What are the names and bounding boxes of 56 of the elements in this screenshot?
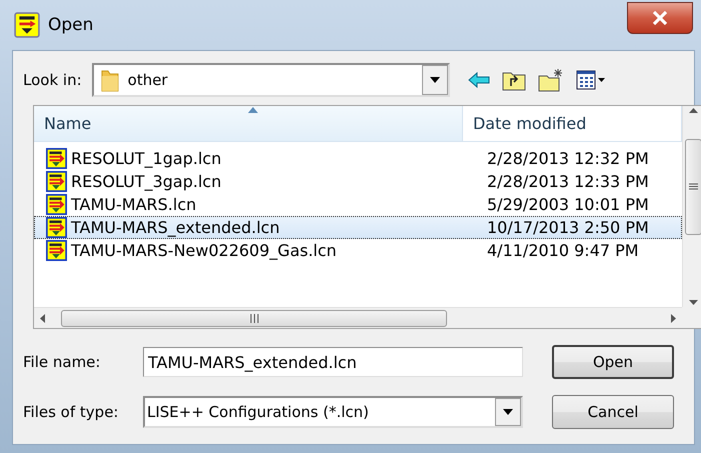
- file-date: 2/28/2013 12:33 PM: [486, 172, 649, 191]
- file-icon: [46, 148, 67, 169]
- file-name: TAMU-MARS.lcn: [34, 194, 477, 215]
- left-arrow-icon: [468, 72, 490, 88]
- look-in-dropdown[interactable]: other: [92, 63, 450, 97]
- file-icon: [46, 171, 67, 192]
- column-header[interactable]: Name: [34, 106, 463, 142]
- dropdown-button[interactable]: [422, 65, 448, 95]
- file-type-label: Files of type:: [23, 403, 120, 421]
- vertical-scrollbar[interactable]: [682, 106, 701, 307]
- file-row[interactable]: RESOLUT_1gap.lcn 2/28/2013 12:32 PM: [34, 147, 682, 170]
- view-list-icon: [576, 70, 606, 90]
- file-icon: [46, 240, 67, 261]
- scroll-left-icon[interactable]: [38, 314, 47, 322]
- horizontal-scrollbar[interactable]: [34, 307, 682, 328]
- caret-icon: [430, 77, 440, 83]
- scroll-thumb[interactable]: [61, 310, 447, 326]
- sort-arrow-icon: [248, 107, 258, 113]
- new-folder-icon: [538, 68, 564, 92]
- app-icon: [14, 12, 40, 38]
- file-icon: [46, 194, 67, 215]
- dropdown-button[interactable]: [495, 398, 521, 426]
- view-menu-button[interactable]: [576, 70, 606, 90]
- new-folder-button[interactable]: [538, 68, 564, 92]
- file-type-dropdown[interactable]: LISE++ Configurations (*.lcn): [143, 396, 523, 428]
- file-name: RESOLUT_1gap.lcn: [34, 148, 477, 169]
- scroll-up-icon[interactable]: [688, 106, 698, 115]
- look-in-label: Look in:: [23, 71, 82, 89]
- file-row[interactable]: TAMU-MARS_extended.lcn 10/17/2013 2:50 PM: [34, 216, 682, 239]
- grip-icon: [688, 183, 698, 190]
- caret-icon: [503, 409, 513, 415]
- file-type-value: LISE++ Configurations (*.lcn): [147, 403, 370, 421]
- window-title: Open: [48, 15, 94, 35]
- scroll-thumb[interactable]: [684, 138, 701, 234]
- back-button[interactable]: [468, 72, 490, 88]
- file-date: 5/29/2003 10:01 PM: [486, 195, 649, 214]
- scroll-right-icon[interactable]: [669, 314, 678, 322]
- file-date: 2/28/2013 12:32 PM: [486, 149, 649, 168]
- file-name: RESOLUT_3gap.lcn: [34, 171, 477, 192]
- file-date: 4/11/2010 9:47 PM: [486, 241, 639, 260]
- cancel-button[interactable]: Cancel: [552, 395, 674, 429]
- file-icon: [46, 217, 67, 238]
- file-name-label: File name:: [23, 353, 102, 371]
- file-row[interactable]: TAMU-MARS.lcn 5/29/2003 10:01 PM: [34, 193, 682, 216]
- file-row[interactable]: TAMU-MARS-New022609_Gas.lcn 4/11/2010 9:47 PM: [34, 239, 682, 262]
- file-name: TAMU-MARS_extended.lcn: [34, 217, 477, 238]
- file-name-field[interactable]: TAMU-MARS_extended.lcn: [143, 347, 523, 377]
- file-name: TAMU-MARS-New022609_Gas.lcn: [34, 240, 477, 261]
- close-button[interactable]: [627, 2, 693, 34]
- close-icon: [652, 11, 668, 25]
- column-header[interactable]: Date modified: [462, 106, 682, 142]
- file-row[interactable]: RESOLUT_3gap.lcn 2/28/2013 12:33 PM: [34, 170, 682, 193]
- grip-icon: [250, 314, 258, 322]
- file-date: 10/17/2013 2:50 PM: [486, 218, 649, 237]
- open-button[interactable]: Open: [552, 345, 674, 379]
- look-in-value: other: [128, 71, 169, 89]
